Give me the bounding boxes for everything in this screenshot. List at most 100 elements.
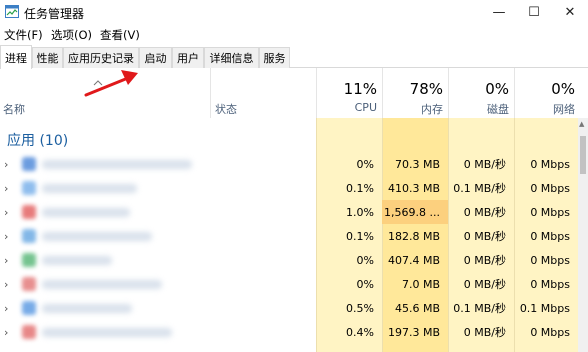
column-cpu[interactable]: CPU <box>355 101 377 114</box>
network-cell: 0 Mbps <box>530 157 570 171</box>
column-disk[interactable]: 磁盘 <box>487 101 509 117</box>
menu-options[interactable]: 选项(O) <box>51 27 92 43</box>
redacted-app-name <box>42 232 152 241</box>
cpu-percent[interactable]: 11% <box>344 80 377 98</box>
expand-chevron-icon[interactable]: › <box>4 158 8 171</box>
window-title: 任务管理器 <box>24 7 85 21</box>
expand-chevron-icon[interactable]: › <box>4 278 8 291</box>
column-divider[interactable] <box>210 68 211 118</box>
app-icon <box>22 277 36 291</box>
maximize-button[interactable]: ☐ <box>517 0 551 24</box>
process-list: 应用 (10) › 0% 70.3 MB 0 MB/秒 0 Mbps › 0.1% 410.3… <box>0 118 578 352</box>
expand-chevron-icon[interactable]: › <box>4 254 8 267</box>
network-cell: 0.1 Mbps <box>519 301 570 315</box>
close-button[interactable]: ✕ <box>553 0 587 24</box>
table-row[interactable]: › 0% 7.0 MB 0 MB/秒 0 Mbps <box>0 272 578 296</box>
cpu-cell: 0.1% <box>346 181 374 195</box>
minimize-button[interactable]: — <box>482 0 516 24</box>
network-cell: 0 Mbps <box>530 229 570 243</box>
cpu-cell: 0% <box>356 253 374 267</box>
redacted-app-name <box>42 280 162 289</box>
disk-cell: 0 MB/秒 <box>463 230 506 243</box>
app-icon <box>22 253 36 267</box>
network-cell: 0 Mbps <box>530 253 570 267</box>
close-icon: ✕ <box>564 4 576 20</box>
redacted-app-name <box>42 160 192 169</box>
scroll-thumb[interactable] <box>580 136 586 174</box>
memory-cell: 1,569.8 ... <box>382 200 448 224</box>
app-icon <box>22 181 36 195</box>
menu-view[interactable]: 查看(V) <box>100 27 140 43</box>
tab-users[interactable]: 用户 <box>172 47 204 68</box>
cpu-cell: 0% <box>356 277 374 291</box>
expand-chevron-icon[interactable]: › <box>4 206 8 219</box>
table-row[interactable]: › 0.1% 410.3 MB 0.1 MB/秒 0 Mbps <box>0 176 578 200</box>
redacted-app-name <box>42 208 130 217</box>
app-icon <box>22 325 36 339</box>
table-row[interactable]: › 0% 70.3 MB 0 MB/秒 0 Mbps <box>0 152 578 176</box>
cpu-cell: 1.0% <box>346 205 374 219</box>
tab-bar: 进程 性能 应用历史记录 启动 用户 详细信息 服务 <box>0 45 588 69</box>
table-row[interactable]: › 1.0% 1,569.8 ... 0 MB/秒 0 Mbps <box>0 200 578 224</box>
column-memory[interactable]: 内存 <box>421 101 443 117</box>
table-row[interactable]: › 0% 407.4 MB 0 MB/秒 0 Mbps <box>0 248 578 272</box>
cpu-cell: 0.1% <box>346 229 374 243</box>
app-icon <box>22 229 36 243</box>
expand-chevron-icon[interactable]: › <box>4 302 8 315</box>
column-divider[interactable] <box>382 68 383 118</box>
memory-cell: 410.3 MB <box>387 181 440 195</box>
redacted-app-name <box>42 304 132 313</box>
menu-bar: 文件(F) 选项(O) 查看(V) <box>0 24 588 44</box>
memory-cell: 197.3 MB <box>387 325 440 339</box>
column-divider[interactable] <box>316 68 317 118</box>
redacted-app-name <box>42 328 172 337</box>
disk-cell: 0.1 MB/秒 <box>453 182 506 195</box>
column-divider[interactable] <box>514 68 515 118</box>
memory-cell: 45.6 MB <box>394 301 440 315</box>
title-bar: 任务管理器 — ☐ ✕ <box>0 0 588 24</box>
column-divider[interactable] <box>448 68 449 118</box>
cpu-cell: 0.5% <box>346 301 374 315</box>
column-status[interactable]: 状态 <box>215 101 237 117</box>
table-row[interactable]: › 0.5% 45.6 MB 0.1 MB/秒 0.1 Mbps <box>0 296 578 320</box>
disk-percent[interactable]: 0% <box>485 80 509 98</box>
table-row[interactable]: › 0.1% 182.8 MB 0 MB/秒 0 Mbps <box>0 224 578 248</box>
column-name[interactable]: 名称 <box>3 101 25 117</box>
memory-cell: 70.3 MB <box>394 157 440 171</box>
tab-app-history[interactable]: 应用历史记录 <box>63 47 139 68</box>
table-row[interactable]: › 0.4% 197.3 MB 0 MB/秒 0 Mbps <box>0 320 578 344</box>
column-network[interactable]: 网络 <box>553 101 575 117</box>
tab-details[interactable]: 详细信息 <box>204 47 259 68</box>
tab-services[interactable]: 服务 <box>259 47 290 68</box>
redacted-app-name <box>42 256 112 265</box>
disk-cell: 0 MB/秒 <box>463 158 506 171</box>
tab-performance[interactable]: 性能 <box>32 47 63 68</box>
vertical-scrollbar[interactable]: ▲ <box>578 118 588 352</box>
group-header-apps[interactable]: 应用 (10) <box>0 118 578 152</box>
menu-file[interactable]: 文件(F) <box>4 27 43 43</box>
cpu-cell: 0% <box>356 157 374 171</box>
sort-caret-icon[interactable] <box>93 80 103 86</box>
group-title: 应用 (10) <box>7 133 69 149</box>
redacted-app-name <box>42 184 137 193</box>
memory-percent[interactable]: 78% <box>410 80 443 98</box>
expand-chevron-icon[interactable]: › <box>4 230 8 243</box>
expand-chevron-icon[interactable]: › <box>4 182 8 195</box>
memory-cell: 407.4 MB <box>387 253 440 267</box>
disk-cell: 0.1 MB/秒 <box>453 302 506 315</box>
app-icon <box>22 205 36 219</box>
network-cell: 0 Mbps <box>530 181 570 195</box>
network-cell: 0 Mbps <box>530 205 570 219</box>
disk-cell: 0 MB/秒 <box>463 254 506 267</box>
tab-startup[interactable]: 启动 <box>139 47 172 68</box>
tab-processes[interactable]: 进程 <box>0 45 32 69</box>
memory-cell: 182.8 MB <box>387 229 440 243</box>
network-percent[interactable]: 0% <box>551 80 575 98</box>
minimize-icon: — <box>492 4 506 20</box>
network-cell: 0 Mbps <box>530 277 570 291</box>
disk-cell: 0 MB/秒 <box>463 206 506 219</box>
disk-cell: 0 MB/秒 <box>463 278 506 291</box>
scroll-up-icon[interactable]: ▲ <box>579 120 584 128</box>
network-cell: 0 Mbps <box>530 325 570 339</box>
expand-chevron-icon[interactable]: › <box>4 326 8 339</box>
